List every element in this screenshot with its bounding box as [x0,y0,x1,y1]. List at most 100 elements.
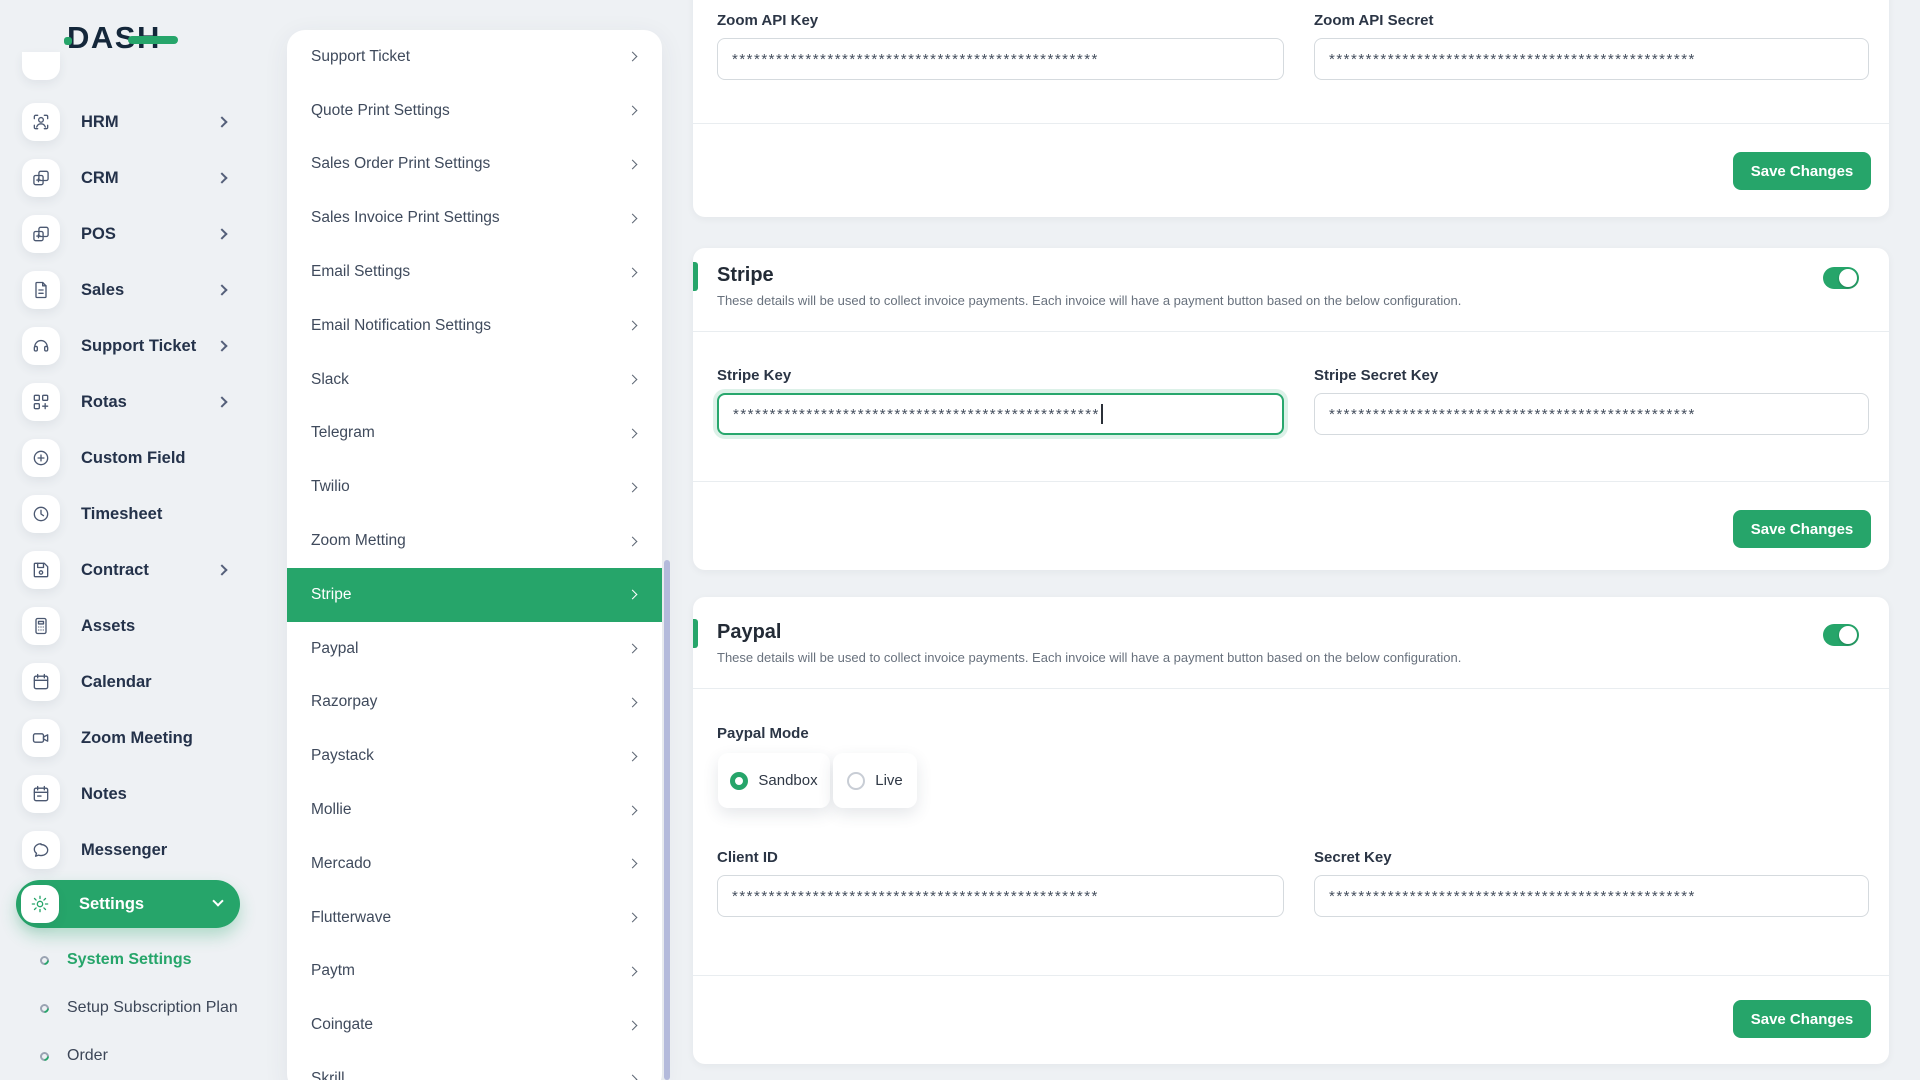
sidebar-item-pos[interactable]: POS [16,206,240,262]
sidebar-item-hrm[interactable]: HRM [16,94,240,150]
divider [693,331,1889,332]
settings-submenu: System Settings Setup Subscription Plan Or… [16,936,248,1080]
settings-menu-item-telegram[interactable]: Telegram [287,407,662,461]
chevron-right-icon [627,536,638,547]
zoom-api-key-input[interactable]: ****************************************… [717,38,1284,80]
radio-selected-icon[interactable] [730,771,749,790]
settings-menu-item-email-notification-settings[interactable]: Email Notification Settings [287,299,662,353]
settings-menu-item-zoom-metting[interactable]: Zoom Metting [287,514,662,568]
stripe-enabled-toggle[interactable] [1823,267,1859,289]
chevron-right-icon [627,51,638,62]
settings-menu-item-label: Email Notification Settings [311,316,492,334]
sidebar-subitem-setup-subscription-plan[interactable]: Setup Subscription Plan [16,984,248,1032]
sidebar-item-messenger[interactable]: Messenger [16,822,240,878]
sidebar-item-label: Zoom Meeting [81,728,193,747]
sidebar-item-assets[interactable]: Assets [16,598,240,654]
field-label: Stripe Key [717,367,792,384]
chevron-right-icon [627,374,638,385]
settings-menu-item-razorpay[interactable]: Razorpay [287,676,662,730]
field-label: Client ID [717,849,778,866]
settings-menu-item-paystack[interactable]: Paystack [287,729,662,783]
settings-menu-item-quote-print-settings[interactable]: Quote Print Settings [287,84,662,138]
settings-menu-item-label: Support Ticket [311,47,411,65]
sidebar-item-label: Support Ticket [81,336,197,355]
sidebar-item-label: Assets [81,616,136,635]
app-logo[interactable]: DASH [64,20,178,56]
settings-menu-item-label: Zoom Metting [311,532,406,550]
calendar-icon [22,663,60,701]
save-changes-button[interactable]: Save Changes [1733,1000,1871,1038]
settings-menu-item-stripe[interactable]: Stripe [287,567,662,622]
sidebar-item-settings[interactable]: Settings [16,880,240,928]
save-changes-button[interactable]: Save Changes [1733,152,1871,190]
chevron-right-icon [216,396,228,408]
settings-menu-item-slack[interactable]: Slack [287,353,662,407]
settings-menu-item-coingate[interactable]: Coingate [287,998,662,1052]
crm-icon [22,159,60,197]
masked-value: ****************************************… [1329,50,1696,68]
bullet-icon [38,1049,51,1063]
chevron-right-icon [216,340,228,352]
notes-icon [22,775,60,813]
chevron-right-icon [216,172,228,184]
settings-menu-item-email-settings[interactable]: Email Settings [287,245,662,299]
field-group-stripe-secret-key: Stripe Secret Key ***********************… [1314,368,1869,435]
chevron-right-icon [627,482,638,493]
card-accent-bar [693,619,698,648]
radio-unselected-icon[interactable] [847,771,866,790]
settings-menu-item-sales-order-print-settings[interactable]: Sales Order Print Settings [287,138,662,192]
sidebar-item-crm[interactable]: CRM [16,150,240,206]
zoom-api-secret-input[interactable]: ****************************************… [1314,38,1869,80]
client-id-input[interactable]: ****************************************… [717,875,1284,917]
sidebar-item-contract[interactable]: Contract [16,542,240,598]
stripe-key-input[interactable]: ****************************************… [717,393,1284,435]
save-changes-button[interactable]: Save Changes [1733,510,1871,548]
timesheet-icon [22,495,60,533]
contract-icon [22,551,60,589]
settings-menu-item-paypal[interactable]: Paypal [287,622,662,676]
sidebar-item-zoom-meeting[interactable]: Zoom Meeting [16,710,240,766]
gear-icon [21,885,59,923]
sidebar-subitem-order[interactable]: Order [16,1032,248,1080]
paypal-mode-live-option[interactable]: Live [833,753,917,808]
sidebar-item-sales[interactable]: Sales [16,262,240,318]
settings-menu-item-sales-invoice-print-settings[interactable]: Sales Invoice Print Settings [287,191,662,245]
custom-field-icon [22,439,60,477]
sidebar-item-timesheet[interactable]: Timesheet [16,486,240,542]
settings-menu-item-flutterwave[interactable]: Flutterwave [287,891,662,945]
chevron-right-icon [627,912,638,923]
masked-value: ****************************************… [732,50,1099,68]
settings-menu-item-twilio[interactable]: Twilio [287,460,662,514]
sidebar-item-rotas[interactable]: Rotas [16,374,240,430]
settings-menu-item-label: Sales Order Print Settings [311,155,491,173]
assets-icon [22,607,60,645]
chevron-right-icon [627,589,638,600]
stripe-secret-key-input[interactable]: ****************************************… [1314,393,1869,435]
field-group-zoom-api-secret: Zoom API Secret *************************… [1314,13,1869,80]
settings-menu-item-label: Twilio [311,478,350,496]
paypal-enabled-toggle[interactable] [1823,624,1859,646]
sales-icon [22,271,60,309]
sidebar-subitem-label: System Settings [67,951,192,968]
sidebar-item-custom-field[interactable]: Custom Field [16,430,240,486]
sidebar-item-label: Contract [81,560,149,579]
settings-menu-scrollbar[interactable] [664,560,670,1080]
sidebar-item-support-ticket[interactable]: Support Ticket [16,318,240,374]
chevron-right-icon [627,643,638,654]
paypal-mode-sandbox-option[interactable]: Sandbox [718,753,830,808]
sidebar-subitem-system-settings[interactable]: System Settings [16,936,248,984]
sidebar-subitem-label: Setup Subscription Plan [67,999,238,1016]
settings-menu-item-mollie[interactable]: Mollie [287,783,662,837]
sidebar-item-notes[interactable]: Notes [16,766,240,822]
sidebar-item-calendar[interactable]: Calendar [16,654,240,710]
secret-key-input[interactable]: ****************************************… [1314,875,1869,917]
card-title: Stripe [717,264,774,286]
settings-menu-item-paytm[interactable]: Paytm [287,945,662,999]
settings-menu-item-support-ticket[interactable]: Support Ticket [287,30,662,84]
settings-menu-item-skrill[interactable]: Skrill [287,1052,662,1080]
chevron-right-icon [216,228,228,240]
settings-menu-item-label: Flutterwave [311,908,392,926]
chevron-right-icon [627,697,638,708]
chevron-right-icon [627,428,638,439]
settings-menu-item-mercado[interactable]: Mercado [287,837,662,891]
